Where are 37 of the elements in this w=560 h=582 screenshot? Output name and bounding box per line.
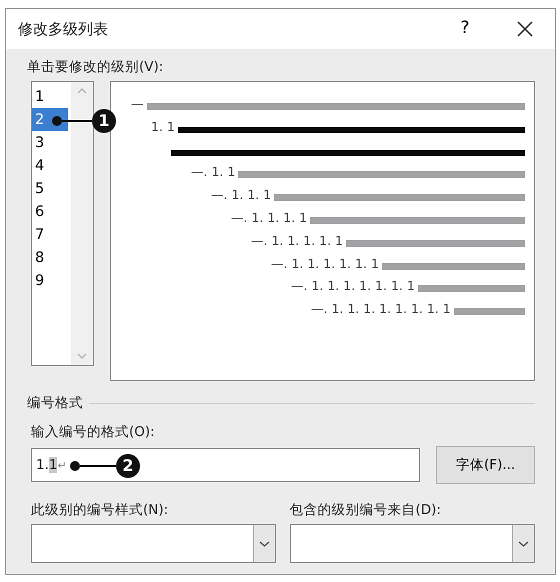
format-value: 1.1↵	[36, 456, 67, 475]
preview-number: —. 1. 1. 1. 1. 1. 1. 1	[291, 278, 416, 294]
preview-number: —. 1. 1. 1. 1. 1. 1. 1. 1	[311, 301, 452, 316]
level-item[interactable]: 4	[32, 154, 68, 178]
field-label: 单击要修改的级别(V):	[27, 58, 164, 77]
level-item[interactable]: 8	[32, 246, 68, 270]
level-item[interactable]: 5	[32, 177, 68, 200]
format-field[interactable]: 1.1↵ 2	[31, 448, 420, 482]
help-button[interactable]: ?	[435, 9, 495, 49]
level-item[interactable]: 9	[32, 269, 68, 292]
level-item[interactable]: 1	[32, 85, 68, 108]
section-title: 编号格式	[27, 394, 83, 414]
preview-number: —. 1. 1. 1	[211, 187, 272, 202]
preview-number: —. 1. 1. 1. 1	[231, 210, 308, 226]
preview-number: —. 1. 1. 1. 1. 1. 1	[271, 256, 380, 271]
field-label: 此级别的编号样式(N):	[31, 500, 170, 520]
number-style-dropdown[interactable]	[31, 524, 276, 563]
level-source-dropdown[interactable]	[290, 524, 535, 563]
level-listbox[interactable]: 1 2 3 4 5 6 7 8 9	[31, 81, 94, 366]
level-item[interactable]: 6	[32, 200, 68, 224]
preview-number: 1. 1	[151, 118, 176, 134]
font-button[interactable]: 字体(F)...	[436, 446, 535, 484]
field-label: 包含的级别编号来自(D):	[290, 500, 442, 520]
close-icon	[517, 21, 533, 37]
scrollbar[interactable]	[71, 82, 93, 366]
chevron-down-icon	[518, 540, 529, 546]
level-item[interactable]: 3	[32, 131, 68, 154]
preview-number: —. 1. 1. 1. 1. 1	[251, 232, 344, 248]
chevron-down-icon	[258, 540, 270, 546]
preview-number: —. 1. 1	[191, 164, 236, 180]
field-label: 输入编号的格式(O):	[31, 422, 156, 442]
level-item[interactable]: 2	[32, 108, 68, 132]
preview-number: —	[131, 96, 144, 112]
scroll-up-icon[interactable]	[77, 88, 87, 94]
level-item[interactable]: 7	[32, 223, 68, 246]
window-title: 修改多级列表	[18, 18, 109, 40]
scroll-down-icon[interactable]	[77, 353, 87, 360]
